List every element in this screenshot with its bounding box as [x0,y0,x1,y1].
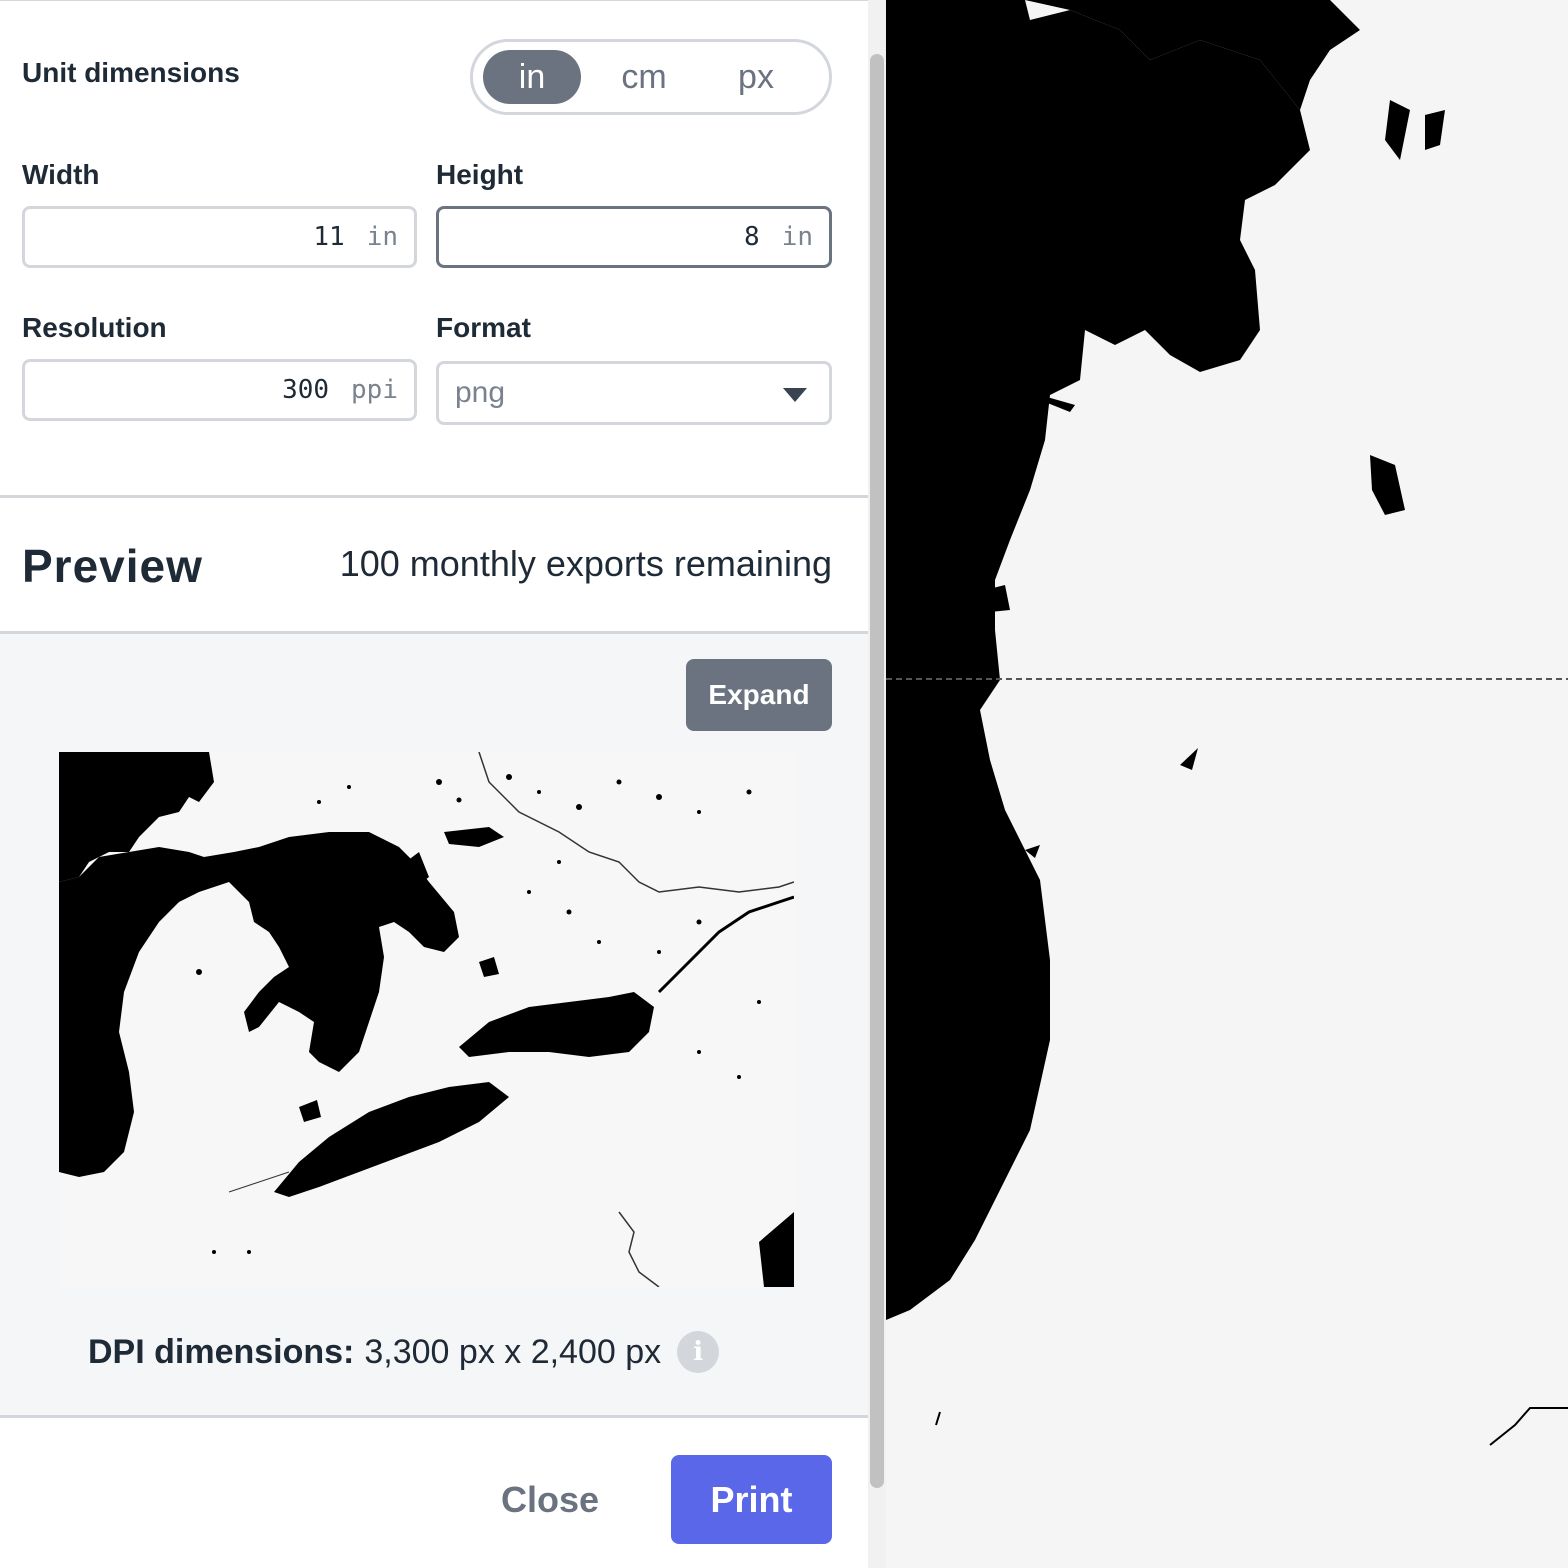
dpi-label: DPI dimensions: [88,1332,355,1371]
height-unit: in [781,222,813,252]
preview-thumbnail [59,751,795,1288]
width-value: 11 [313,222,345,252]
height-label: Height [436,159,524,190]
exports-remaining: 100 monthly exports remaining [339,543,832,584]
unit-option-px[interactable]: px [707,50,805,104]
width-unit: in [366,222,398,252]
dpi-value: 3,300 px x 2,400 px [364,1332,662,1371]
scrollbar-thumb[interactable] [870,54,884,1488]
info-icon[interactable]: i [677,1331,720,1373]
preview-title: Preview [22,540,203,592]
format-value: png [455,376,506,409]
resolution-unit: ppi [351,375,398,405]
resolution-input[interactable]: 300 ppi [22,359,417,421]
height-value: 8 [744,222,760,252]
expand-button[interactable]: Expand [686,659,832,731]
width-input[interactable]: 11 in [22,206,417,268]
unit-option-cm[interactable]: cm [595,50,693,104]
resolution-value: 300 [282,375,330,405]
close-button[interactable]: Close [480,1457,620,1543]
resolution-label: Resolution [22,312,167,343]
width-label: Width [22,159,100,190]
format-select[interactable]: png [436,361,832,425]
print-button[interactable]: Print [671,1455,832,1544]
format-label: Format [436,312,531,343]
dpi-dimensions: DPI dimensions: 3,300 px x 2,400 px i [88,1331,720,1373]
export-panel: Unit dimensions in cm px Width Height 11… [0,0,868,1568]
divider [0,1415,868,1418]
panel-scrollbar[interactable] [868,0,886,1568]
unit-dimensions-label: Unit dimensions [22,57,240,88]
divider [0,495,868,498]
chevron-down-icon [783,388,807,402]
unit-toggle: in cm px [470,39,832,115]
unit-option-in[interactable]: in [483,50,581,104]
height-input[interactable]: 8 in [436,206,832,268]
